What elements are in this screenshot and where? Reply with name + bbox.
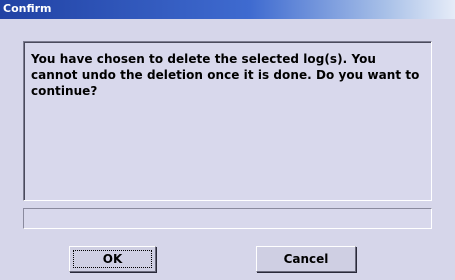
message-panel: You have chosen to delete the selected l… <box>23 41 432 201</box>
status-field <box>23 208 432 229</box>
cancel-button-label: Cancel <box>283 252 329 266</box>
cancel-button[interactable]: Cancel <box>256 246 356 272</box>
window-title: Confirm <box>3 2 52 15</box>
ok-button-label: OK <box>102 252 123 266</box>
confirm-dialog: Confirm You have chosen to delete the se… <box>0 0 455 280</box>
ok-button[interactable]: OK <box>69 246 156 272</box>
title-bar[interactable]: Confirm <box>0 0 455 19</box>
confirmation-message: You have chosen to delete the selected l… <box>31 52 420 98</box>
